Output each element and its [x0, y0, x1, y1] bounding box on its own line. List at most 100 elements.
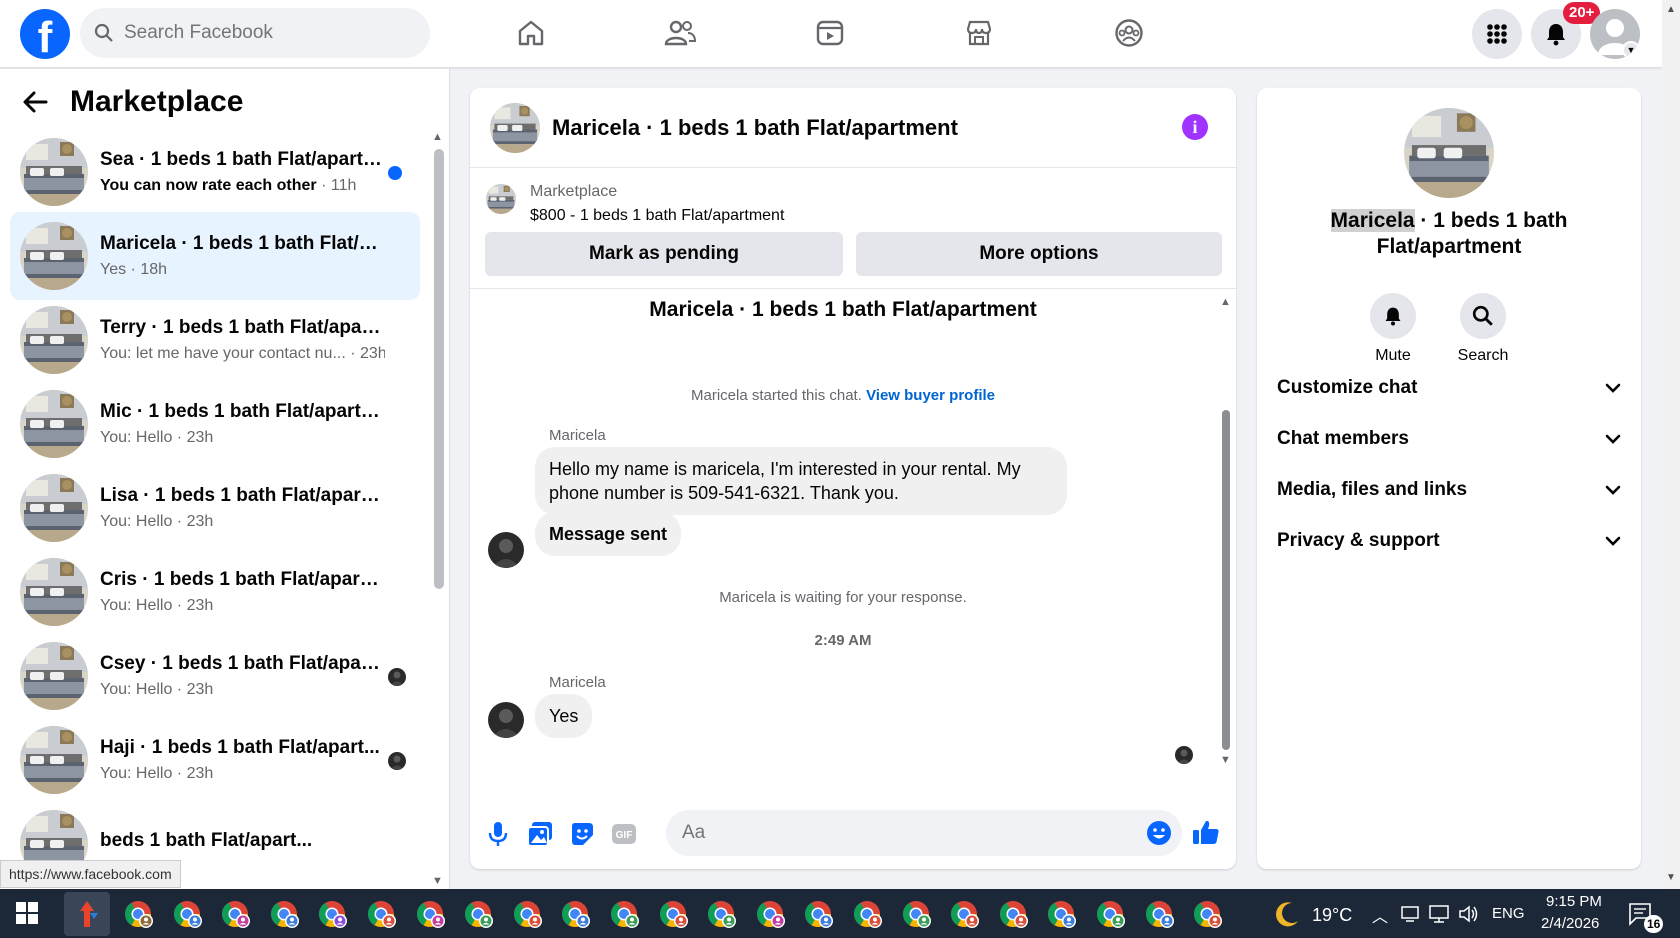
search-in-conversation-button[interactable]: Search [1438, 293, 1528, 365]
browser-profile-icon[interactable] [656, 897, 690, 931]
marketplace-icon[interactable] [959, 13, 999, 53]
info-icon[interactable]: i [1182, 114, 1208, 140]
chevron-down-icon[interactable]: ▼ [1622, 41, 1640, 59]
scroll-up-arrow[interactable]: ▲ [1666, 4, 1676, 15]
info-section-row[interactable]: Chat members [1277, 419, 1621, 459]
conversation-item[interactable]: Csey · 1 beds 1 bath Flat/apart... You: H… [10, 632, 420, 720]
search-input[interactable] [124, 22, 414, 44]
photo-icon[interactable] [526, 820, 554, 848]
browser-profile-icon[interactable] [510, 897, 544, 931]
browser-profile-icon[interactable] [801, 897, 835, 931]
message-bubble[interactable]: Hello my name is maricela, I'm intereste… [535, 447, 1067, 515]
browser-profile-icon[interactable] [1093, 897, 1127, 931]
browser-profile-icon[interactable] [753, 897, 787, 931]
browser-profile-icon[interactable] [315, 897, 349, 931]
listing-small-thumbnail[interactable] [486, 184, 516, 214]
search-label: Search [1457, 347, 1509, 364]
volume-icon[interactable] [1458, 904, 1480, 929]
gif-icon[interactable]: GIF [610, 820, 638, 848]
home-icon[interactable] [511, 13, 551, 53]
sender-avatar[interactable] [488, 702, 524, 738]
message-bubble[interactable]: Message sent [535, 512, 682, 556]
conversation-text: Lisa · 1 beds 1 bath Flat/apartment You: … [100, 485, 385, 531]
info-section-row[interactable]: Customize chat [1277, 368, 1621, 408]
facebook-logo[interactable]: f [20, 9, 70, 59]
more-options-button[interactable]: More options [856, 232, 1222, 276]
conversation-item[interactable]: Haji · 1 beds 1 bath Flat/apart... You: H… [10, 716, 420, 804]
chevron-up-icon[interactable]: ︿ [1372, 903, 1388, 927]
thumbs-up-icon[interactable] [1192, 818, 1220, 846]
conversation-item[interactable]: Terry · 1 beds 1 bath Flat/apartm... You:… [10, 296, 420, 384]
conversation-item[interactable]: Lisa · 1 beds 1 bath Flat/apartment You: … [10, 464, 420, 552]
friends-icon[interactable] [660, 13, 700, 53]
listing-thumbnail[interactable] [490, 102, 540, 153]
browser-profile-icon[interactable] [121, 897, 155, 931]
scroll-up-arrow[interactable]: ▲ [432, 131, 443, 143]
mark-as-pending-button[interactable]: Mark as pending [485, 232, 843, 276]
conversation-preview-text: You: Hello [100, 429, 173, 446]
info-section-label: Media, files and links [1277, 479, 1468, 500]
scroll-up-arrow[interactable]: ▲ [1220, 296, 1231, 308]
browser-profile-icon[interactable] [461, 897, 495, 931]
watch-icon[interactable] [810, 13, 850, 53]
clock-date[interactable]: 2/4/2026 [1541, 915, 1599, 932]
back-arrow-icon[interactable] [22, 91, 48, 113]
message-input[interactable] [682, 822, 1122, 844]
browser-profile-icon[interactable] [364, 897, 398, 931]
page-scrollbar[interactable]: ▲ ▼ [1662, 0, 1680, 889]
emoji-icon[interactable] [1146, 820, 1172, 846]
sidebar-scrollbar[interactable] [434, 149, 444, 589]
microphone-icon[interactable] [484, 820, 512, 848]
browser-profile-icon[interactable] [267, 897, 301, 931]
scroll-down-arrow[interactable]: ▼ [1666, 872, 1676, 883]
moon-icon[interactable] [1272, 899, 1302, 934]
weather-temp[interactable]: 19°C [1312, 905, 1352, 926]
scroll-down-arrow[interactable]: ▼ [432, 875, 443, 887]
message-thread: Maricela · 1 beds 1 bath Flat/apartment … [470, 290, 1236, 790]
scroll-down-arrow[interactable]: ▼ [1220, 754, 1231, 766]
info-section-row[interactable]: Privacy & support [1277, 521, 1621, 561]
display-icon[interactable] [1428, 904, 1450, 929]
sender-avatar[interactable] [488, 532, 524, 568]
browser-profile-icon[interactable] [1142, 897, 1176, 931]
browser-profile-icon[interactable] [218, 897, 252, 931]
language-indicator[interactable]: ENG [1492, 905, 1525, 922]
browser-profile-icon[interactable] [996, 897, 1030, 931]
chat-scrollbar[interactable] [1222, 410, 1230, 750]
browser-profile-icon[interactable] [1190, 897, 1224, 931]
view-buyer-profile-link[interactable]: View buyer profile [866, 387, 995, 404]
browser-profile-icon[interactable] [899, 897, 933, 931]
browser-profile-icon[interactable] [170, 897, 204, 931]
listing-avatar[interactable] [1404, 108, 1494, 198]
taskbar-app-active[interactable] [64, 892, 110, 936]
chevron-down-icon [1605, 383, 1621, 393]
conversation-item[interactable]: Cris · 1 beds 1 bath Flat/apartment You: … [10, 548, 420, 636]
browser-profile-icon[interactable] [1044, 897, 1078, 931]
listing-price[interactable]: $800 - 1 beds 1 bath Flat/apartment [530, 207, 784, 225]
browser-profile-icon[interactable] [607, 897, 641, 931]
browser-profile-icon[interactable] [413, 897, 447, 931]
groups-icon[interactable] [1109, 13, 1149, 53]
browser-profile-icon[interactable] [704, 897, 738, 931]
message-input-wrapper[interactable] [666, 810, 1182, 856]
search-box[interactable] [80, 8, 430, 58]
conversation-item[interactable]: Sea · 1 beds 1 bath Flat/apartm... You ca… [10, 128, 420, 216]
browser-profile-icon[interactable] [850, 897, 884, 931]
message-bubble[interactable]: Yes [535, 694, 593, 738]
network-icon[interactable] [1400, 904, 1420, 929]
conversation-item[interactable]: Maricela · 1 beds 1 bath Flat/apa... Yes … [10, 212, 420, 300]
windows-start-icon[interactable] [16, 902, 38, 924]
clock-time[interactable]: 9:15 PM [1546, 893, 1602, 910]
info-section-row[interactable]: Media, files and links [1277, 470, 1621, 510]
conversation-item[interactable]: Mic · 1 beds 1 bath Flat/apartment You: H… [10, 380, 420, 468]
browser-profile-icon[interactable] [947, 897, 981, 931]
chevron-down-icon [1605, 485, 1621, 495]
chat-title[interactable]: Maricela · 1 beds 1 bath Flat/apartment [552, 115, 958, 141]
mute-button[interactable]: Mute [1348, 293, 1438, 365]
profile-avatar[interactable]: ▼ [1590, 9, 1640, 59]
sticker-icon[interactable] [568, 820, 596, 848]
conversation-preview: You: Hello · 23h [100, 597, 385, 615]
conversation-text: Sea · 1 beds 1 bath Flat/apartm... You ca… [100, 149, 385, 195]
browser-profile-icon[interactable] [558, 897, 592, 931]
menu-grid-icon[interactable] [1472, 9, 1522, 59]
